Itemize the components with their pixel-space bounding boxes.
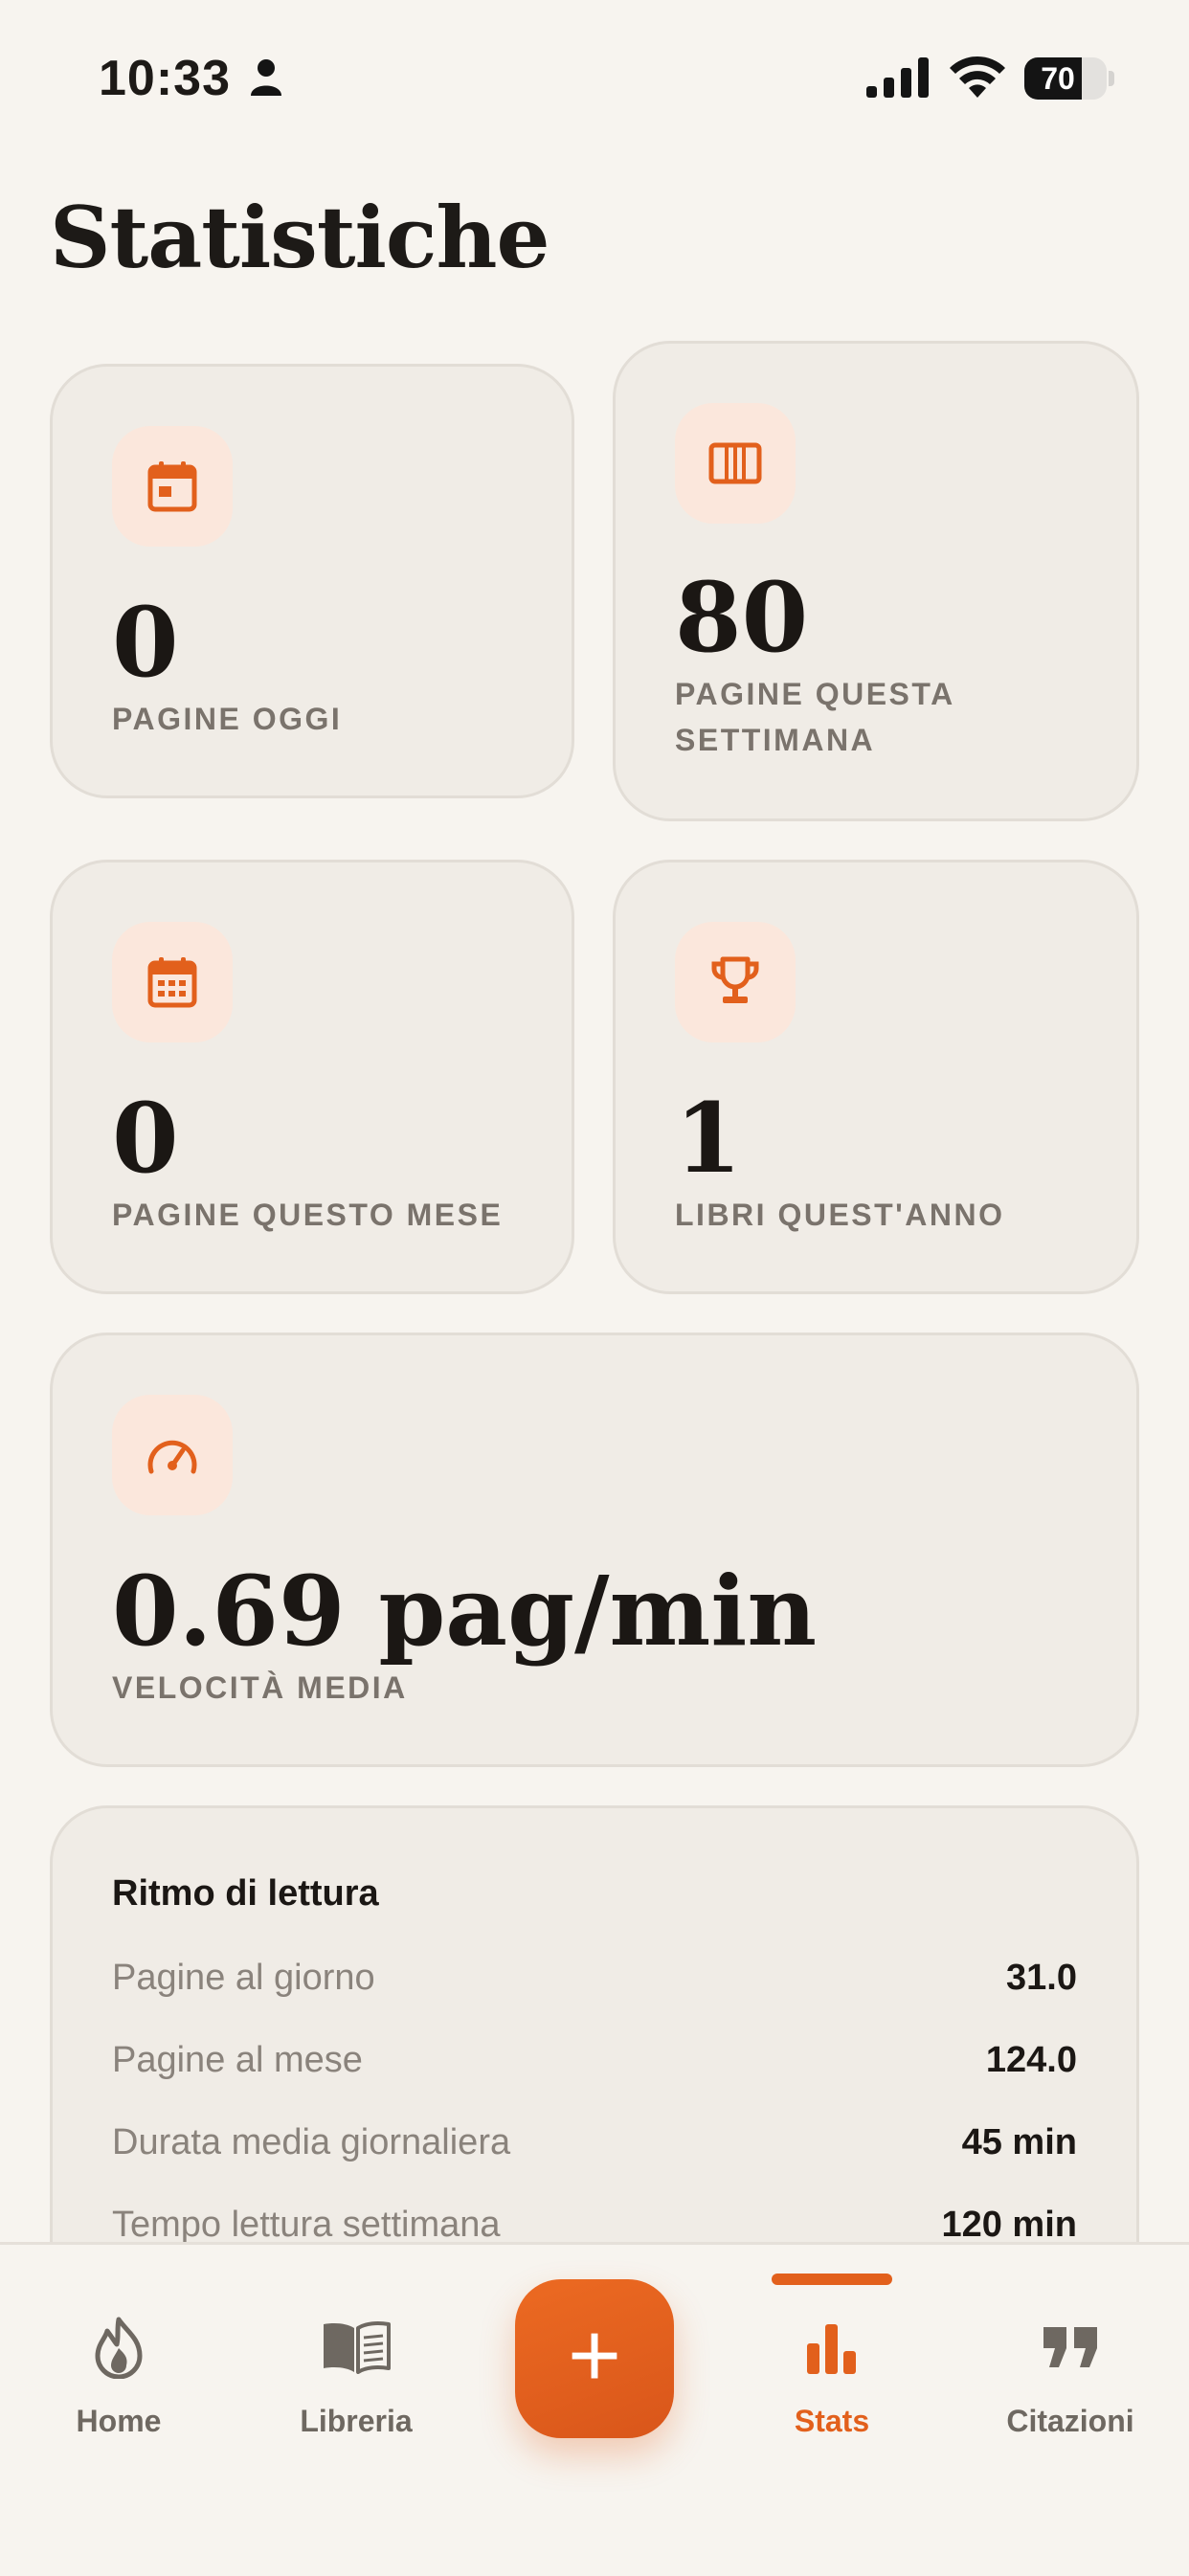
rhythm-row: Durata media giornaliera 45 min bbox=[112, 2122, 1077, 2180]
plus-icon: + bbox=[567, 2304, 622, 2407]
add-button[interactable]: + bbox=[515, 2279, 674, 2438]
active-tab-indicator bbox=[772, 2274, 892, 2285]
rhythm-row-value: 120 min bbox=[941, 2205, 1077, 2245]
rhythm-row-value: 31.0 bbox=[1006, 1958, 1077, 1998]
status-bar: 10:33 70 bbox=[0, 0, 1189, 153]
battery-cap bbox=[1109, 71, 1114, 86]
page-title: Statistiche bbox=[50, 188, 550, 287]
calendar-month-icon bbox=[112, 922, 233, 1042]
tab-label: Home bbox=[76, 2404, 162, 2438]
tab-home[interactable]: Home bbox=[23, 2314, 214, 2439]
stat-value: 0 bbox=[112, 1082, 179, 1195]
speedometer-icon bbox=[112, 1395, 233, 1515]
stat-value: 0 bbox=[112, 586, 179, 699]
rhythm-row: Pagine al giorno 31.0 bbox=[112, 1958, 1077, 2015]
columns-icon bbox=[675, 403, 796, 524]
stat-label: PAGINE QUESTA SETTIMANA bbox=[675, 677, 954, 757]
stat-card-month: 0 PAGINE QUESTO MESE bbox=[50, 860, 574, 1294]
rhythm-row-label: Pagine al giorno bbox=[112, 1958, 375, 1998]
status-time: 10:33 bbox=[99, 51, 231, 106]
signal-icon bbox=[866, 57, 929, 98]
wifi-icon bbox=[950, 56, 1005, 98]
battery-indicator: 70 bbox=[1024, 57, 1107, 100]
tab-bar: Home Libreria + Stats Citazioni bbox=[0, 2242, 1189, 2576]
battery-level: 70 bbox=[1041, 61, 1075, 96]
stat-card-year: 1 LIBRI QUEST'ANNO bbox=[613, 860, 1139, 1294]
person-icon bbox=[251, 59, 281, 96]
book-icon bbox=[324, 2321, 391, 2374]
rhythm-row-label: Pagine al mese bbox=[112, 2040, 363, 2080]
tab-quotes[interactable]: Citazioni bbox=[975, 2314, 1166, 2439]
tab-stats[interactable]: Stats bbox=[736, 2314, 928, 2439]
rhythm-row-value: 124.0 bbox=[985, 2040, 1077, 2080]
rhythm-row: Pagine al mese 124.0 bbox=[112, 2040, 1077, 2097]
rhythm-title: Ritmo di lettura bbox=[112, 1873, 379, 1914]
calendar-day-icon bbox=[112, 426, 233, 547]
rhythm-row-value: 45 min bbox=[961, 2122, 1077, 2162]
stat-label: PAGINE OGGI bbox=[112, 702, 343, 736]
stat-card-speed: 0.69 pag/min VELOCITÀ MEDIA bbox=[50, 1333, 1139, 1767]
stat-value: 0.69 pag/min bbox=[112, 1555, 818, 1668]
stat-label: PAGINE QUESTO MESE bbox=[112, 1198, 504, 1232]
stat-value: 80 bbox=[675, 561, 809, 674]
rhythm-row-label: Durata media giornaliera bbox=[112, 2122, 511, 2162]
stat-value: 1 bbox=[675, 1082, 742, 1195]
tab-label: Libreria bbox=[300, 2404, 413, 2438]
stat-label: LIBRI QUEST'ANNO bbox=[675, 1198, 1005, 1232]
rhythm-row-label: Tempo lettura settimana bbox=[112, 2205, 501, 2245]
trophy-icon bbox=[675, 922, 796, 1042]
tab-label: Stats bbox=[794, 2404, 870, 2438]
quote-icon bbox=[1043, 2327, 1097, 2367]
tab-library[interactable]: Libreria bbox=[260, 2314, 452, 2439]
stat-label: VELOCITÀ MEDIA bbox=[112, 1670, 408, 1705]
flame-icon bbox=[95, 2317, 143, 2379]
stat-card-today: 0 PAGINE OGGI bbox=[50, 364, 574, 798]
stat-card-week: 80 PAGINE QUESTA SETTIMANA bbox=[613, 341, 1139, 821]
bar-chart-icon bbox=[807, 2324, 856, 2374]
tab-label: Citazioni bbox=[1006, 2404, 1134, 2438]
